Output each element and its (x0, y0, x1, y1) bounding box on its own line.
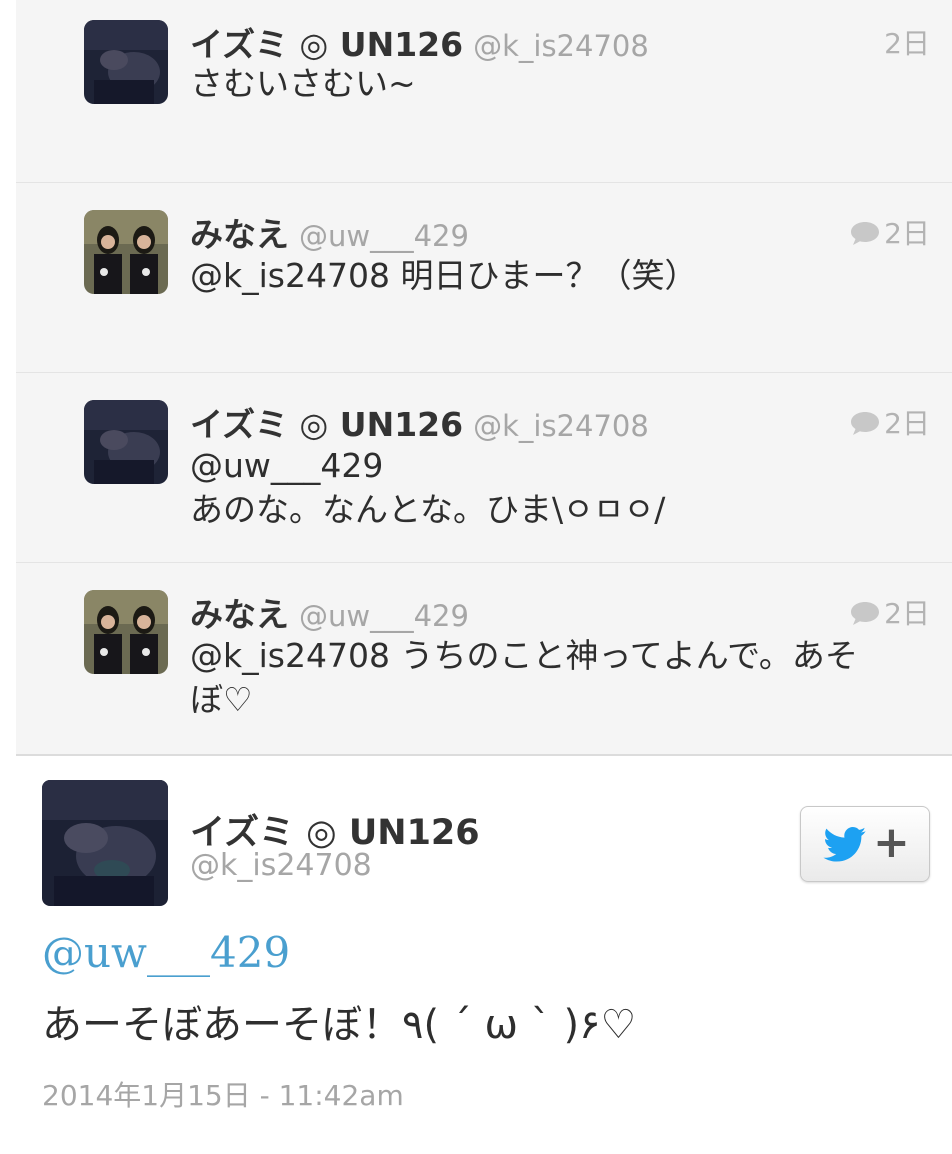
conversation-tweet[interactable]: イズミ ◎ UN126 @k_is24708 2日 @uw___429 あのな。な… (16, 372, 952, 563)
author-handle[interactable]: @uw___429 (299, 219, 469, 253)
author-name[interactable]: みなえ (190, 595, 289, 634)
tweet-text-line: @k_is24708 明日ひまー？（笑） (190, 256, 698, 295)
main-tweet: イズミ ◎ UN126 @k_is24708 + @uw___429 あーそぼあ… (0, 756, 952, 1154)
main-tweet-text: あーそぼあーそぼ！٩( ´ ω ` )۶♡ (42, 1002, 637, 1048)
avatar-izumi[interactable] (84, 400, 168, 484)
conversation-tweet[interactable]: みなえ @uw___429 2日 @k_is24708 明日ひまー？（笑） (16, 182, 952, 373)
tweet-text: @k_is24708 明日ひまー？（笑） (190, 254, 912, 298)
tweet-text-line: @k_is24708 うちのこと神ってよんで。あそ (190, 636, 858, 675)
tweet-text-line: さむいさむい~ (190, 64, 416, 103)
author-name[interactable]: イズミ ◎ UN126 (190, 25, 463, 64)
conversation-list: イズミ ◎ UN126@k_is24708 2日 さむいさむい~ みなえ@u (16, 0, 952, 756)
avatar-minae-image (84, 590, 168, 674)
main-avatar[interactable] (42, 780, 168, 906)
avatar-izumi-image (84, 20, 168, 104)
speech-bubble-icon (851, 412, 880, 435)
author-name[interactable]: みなえ (190, 215, 289, 254)
speech-bubble-icon (851, 602, 880, 625)
avatar-minae[interactable] (84, 210, 168, 294)
tweet-header: みなえ @uw___429 2日 (190, 208, 930, 254)
author-handle[interactable]: @k_is24708 (473, 409, 649, 443)
tweet-time-label: 2日 (884, 407, 930, 440)
speech-bubble-icon (851, 222, 880, 245)
tweet-text: @uw___429 あのな。なんとな。ひま\ㅇㅁㅇ/ (190, 444, 912, 532)
main-avatar-image (42, 780, 168, 906)
tweet-time-label: 2日 (884, 597, 930, 630)
main-author-handle[interactable]: @k_is24708 (190, 848, 372, 883)
author-handle[interactable]: @uw___429 (299, 599, 469, 633)
conversation-tweet[interactable]: イズミ ◎ UN126 @k_is24708 2日 さむいさむい~ (16, 0, 952, 183)
tweet-header: みなえ @uw___429 2日 (190, 588, 930, 634)
follow-button[interactable]: + (800, 806, 930, 882)
tweet-time: 2日 (850, 402, 930, 442)
tweet-header: イズミ ◎ UN126 @k_is24708 2日 (190, 398, 930, 444)
tweet-text-line: あのな。なんとな。ひま\ㅇㅁㅇ/ (190, 490, 666, 529)
tweet-text-line: @uw___429 (190, 446, 384, 485)
tweet-text: @k_is24708 うちのこと神ってよんで。あそ ぼ♡ (190, 634, 912, 722)
twitter-bird-icon (823, 827, 866, 862)
avatar-minae[interactable] (84, 590, 168, 674)
follow-plus-label: + (873, 817, 910, 868)
tweet-time: 2日 (850, 592, 930, 632)
tweet-time: 2日 (850, 212, 930, 252)
main-tweet-date[interactable]: 2014年1月15日 - 11:42am (42, 1074, 404, 1114)
tweet-header: イズミ ◎ UN126 @k_is24708 2日 (190, 18, 930, 64)
avatar-minae-image (84, 210, 168, 294)
tweet-text: さむいさむい~ (190, 62, 912, 106)
avatar-izumi[interactable] (84, 20, 168, 104)
tweet-time-label: 2日 (884, 27, 930, 60)
author-name[interactable]: イズミ ◎ UN126 (190, 405, 463, 444)
tweet-time-label: 2日 (884, 217, 930, 250)
author-handle[interactable]: @k_is24708 (473, 29, 649, 63)
tweet-time: 2日 (884, 22, 930, 62)
tweet-text-line: ぼ♡ (190, 680, 253, 719)
conversation-tweet[interactable]: みなえ @uw___429 2日 @k_is24708 うちのこと神ってよんで。あ… (16, 562, 952, 754)
avatar-izumi-image (84, 400, 168, 484)
main-mention-link[interactable]: @uw___429 (42, 928, 290, 977)
